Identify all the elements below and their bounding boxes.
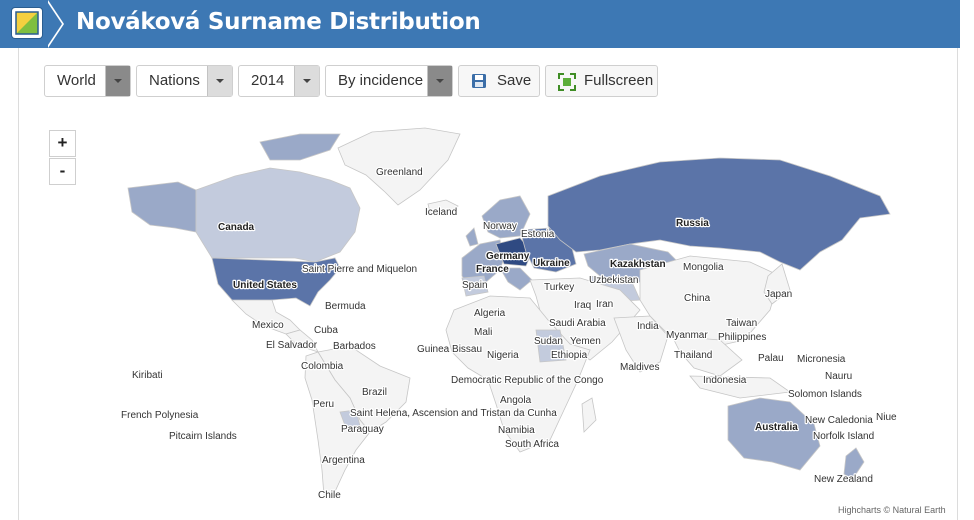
label-iceland: Iceland <box>425 207 457 218</box>
label-india: India <box>637 321 659 332</box>
label-philippines: Philippines <box>718 332 766 343</box>
label-iran: Iran <box>596 299 613 310</box>
country-madagascar <box>581 397 597 433</box>
country-alaska <box>127 181 197 233</box>
label-barbados: Barbados <box>333 341 376 352</box>
label-norfolk-island: Norfolk Island <box>813 431 874 442</box>
label-brazil: Brazil <box>362 387 387 398</box>
label-namibia: Namibia <box>498 425 535 436</box>
label-niue: Niue <box>876 412 897 423</box>
label-guinea-bissau: Guinea Bissau <box>417 344 482 355</box>
label-dr-congo: Democratic Republic of the Congo <box>451 375 604 386</box>
label-ukraine: Ukraine <box>533 258 570 269</box>
label-turkey: Turkey <box>544 282 574 293</box>
map-credit[interactable]: Highcharts © Natural Earth <box>838 505 946 515</box>
label-new-caledonia: New Caledonia <box>805 415 873 426</box>
label-kazakhstan: Kazakhstan <box>610 259 666 270</box>
label-france: France <box>476 264 509 275</box>
label-bermuda: Bermuda <box>325 301 366 312</box>
label-canada: Canada <box>218 222 255 233</box>
label-ethiopia: Ethiopia <box>551 350 588 361</box>
label-el-salvador: El Salvador <box>266 340 318 351</box>
label-algeria: Algeria <box>474 308 506 319</box>
country-australia <box>727 397 821 471</box>
label-united-states: United States <box>233 280 297 291</box>
label-mongolia: Mongolia <box>683 262 724 273</box>
label-pitcairn-islands: Pitcairn Islands <box>169 431 237 442</box>
label-taiwan: Taiwan <box>726 318 757 329</box>
label-mexico: Mexico <box>252 320 284 331</box>
label-kiribati: Kiribati <box>132 370 163 381</box>
label-maldives: Maldives <box>620 362 659 373</box>
label-paraguay: Paraguay <box>341 424 384 435</box>
label-argentina: Argentina <box>322 455 365 466</box>
label-palau: Palau <box>758 353 784 364</box>
label-china: China <box>684 293 711 304</box>
label-yemen: Yemen <box>570 336 601 347</box>
label-mali: Mali <box>474 327 492 338</box>
label-nauru: Nauru <box>825 371 852 382</box>
label-saint-pierre: Saint Pierre and Miquelon <box>302 264 417 275</box>
label-saint-helena: Saint Helena, Ascension and Tristan da C… <box>350 408 557 419</box>
label-norway: Norway <box>483 221 517 232</box>
label-myanmar: Myanmar <box>666 330 708 341</box>
country-uk <box>465 227 479 247</box>
label-iraq: Iraq <box>574 300 591 311</box>
label-saudi-arabia: Saudi Arabia <box>549 318 606 329</box>
zoom-out-button[interactable]: - <box>49 158 76 185</box>
label-uzbekistan: Uzbekistan <box>589 275 638 286</box>
world-map[interactable]: Greenland Iceland Canada Norway Estonia … <box>0 0 974 520</box>
label-indonesia: Indonesia <box>703 375 747 386</box>
label-angola: Angola <box>500 395 532 406</box>
label-spain: Spain <box>462 280 488 291</box>
label-estonia: Estonia <box>521 229 555 240</box>
label-nigeria: Nigeria <box>487 350 519 361</box>
label-micronesia: Micronesia <box>797 354 846 365</box>
label-greenland: Greenland <box>376 167 423 178</box>
label-chile: Chile <box>318 490 341 501</box>
zoom-in-button[interactable]: + <box>49 130 76 157</box>
label-japan: Japan <box>765 289 792 300</box>
label-australia: Australia <box>755 422 798 433</box>
label-thailand: Thailand <box>674 350 712 361</box>
label-new-zealand: New Zealand <box>814 474 873 485</box>
label-sudan: Sudan <box>534 336 563 347</box>
label-colombia: Colombia <box>301 361 344 372</box>
label-germany: Germany <box>486 251 530 262</box>
label-south-africa: South Africa <box>505 439 559 450</box>
country-canada <box>195 167 361 263</box>
country-canada-islands <box>259 133 341 161</box>
label-solomon-islands: Solomon Islands <box>788 389 862 400</box>
label-cuba: Cuba <box>314 325 338 336</box>
label-french-polynesia: French Polynesia <box>121 410 199 421</box>
label-russia: Russia <box>676 218 709 229</box>
label-peru: Peru <box>313 399 334 410</box>
